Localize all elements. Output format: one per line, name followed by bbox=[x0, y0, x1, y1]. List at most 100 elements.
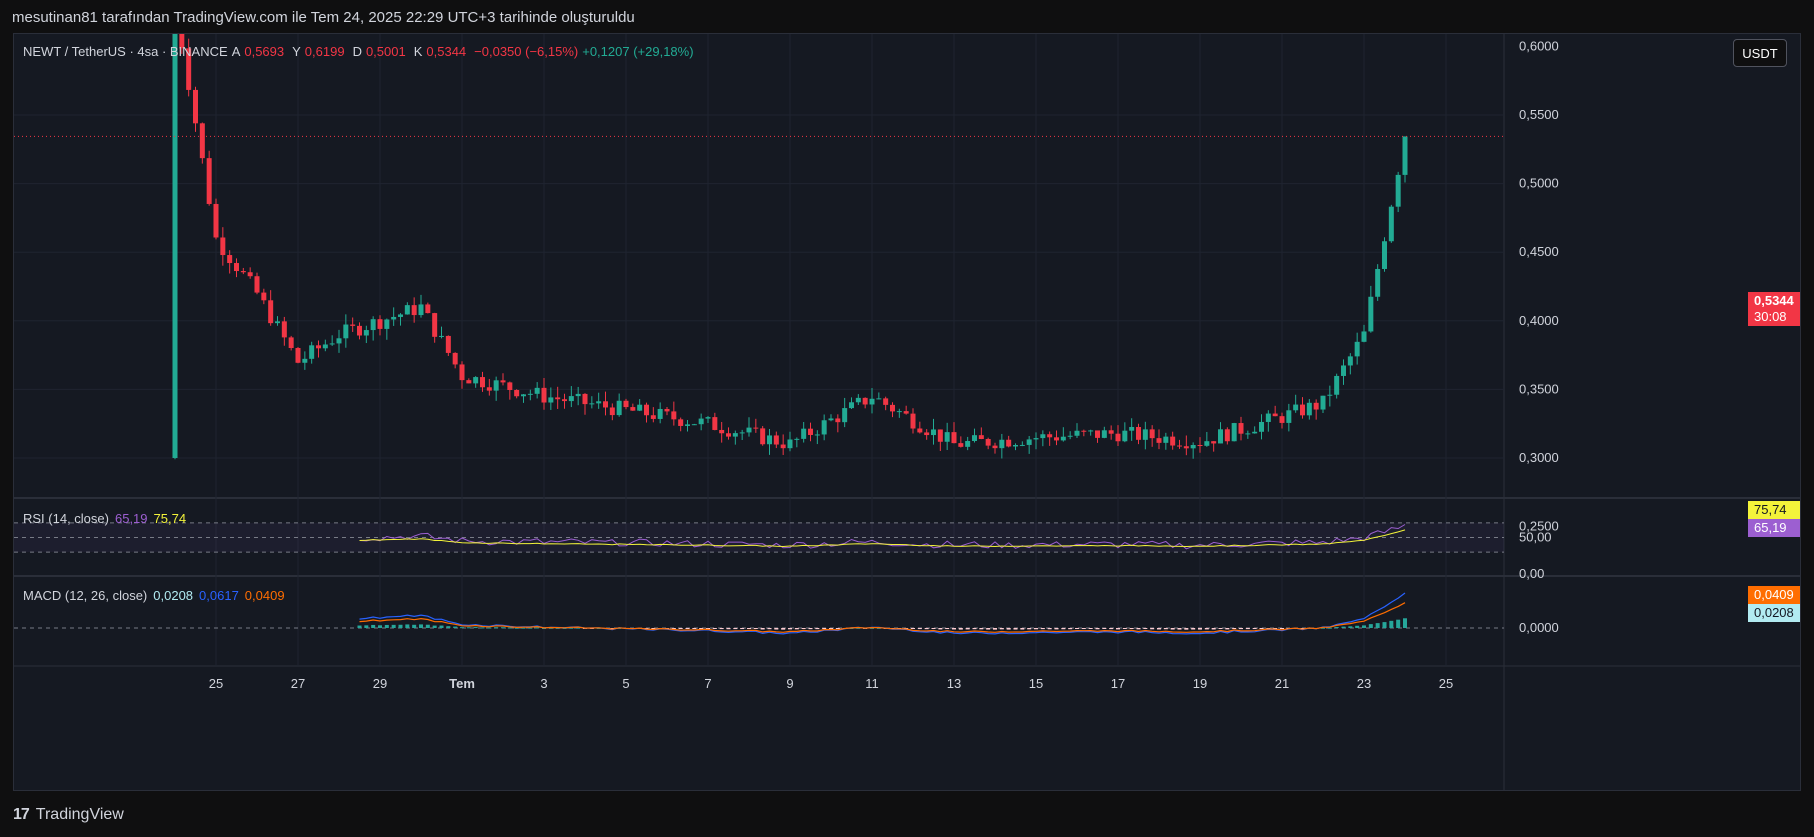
macd-hist-bar bbox=[1334, 627, 1339, 629]
candle-body bbox=[1183, 446, 1189, 449]
candle-body bbox=[1170, 436, 1176, 446]
candle-body bbox=[527, 393, 533, 395]
time-axis-label: 15 bbox=[1029, 676, 1043, 691]
macd-hist-bar bbox=[1129, 628, 1134, 629]
macd-hist-bar bbox=[1102, 628, 1107, 629]
candle-body bbox=[1313, 402, 1319, 410]
candle-body bbox=[575, 393, 581, 397]
candle-body bbox=[568, 396, 574, 402]
candle-body bbox=[732, 433, 738, 437]
candle-body bbox=[1382, 241, 1387, 269]
candle-body bbox=[1163, 436, 1169, 443]
macd-hist-bar bbox=[678, 628, 683, 629]
macd-hist-bar bbox=[1116, 628, 1120, 630]
candle-body bbox=[965, 440, 971, 447]
candle-body bbox=[671, 411, 677, 420]
candle-body bbox=[835, 418, 841, 423]
macd-hist-bar bbox=[1327, 627, 1332, 629]
candle-body bbox=[507, 382, 513, 390]
macd-hist-bar bbox=[1382, 622, 1387, 628]
macd-hist-bar bbox=[692, 628, 697, 629]
price-axis-label: 0,6000 bbox=[1519, 38, 1559, 53]
candle-body bbox=[937, 429, 943, 442]
macd-hist-bar bbox=[1403, 618, 1407, 628]
candle-body bbox=[1067, 435, 1073, 437]
macd-hist-bar bbox=[1047, 628, 1052, 630]
macd-hist-bar bbox=[535, 627, 540, 629]
macd-hist-bar bbox=[1211, 628, 1216, 630]
candle-body bbox=[896, 411, 902, 413]
tradingview-logo[interactable]: 17 TradingView bbox=[13, 806, 124, 824]
chart-frame[interactable]: 25 27 29 Tem 3 5 7 9 11 13 15 17 19 21 23 25 0,2500 0,300… bbox=[13, 33, 1801, 791]
macd-hist-bar bbox=[364, 625, 369, 628]
macd-hist-bar bbox=[753, 628, 758, 629]
macd-hist-bar bbox=[801, 628, 806, 629]
candle-body bbox=[1293, 404, 1299, 411]
chart-canvas[interactable]: 25 27 29 Tem 3 5 7 9 11 13 15 17 19 21 23 250,25000,300… bbox=[14, 34, 1801, 791]
macd-hist-bar bbox=[1245, 628, 1250, 630]
candle-body bbox=[1334, 375, 1340, 395]
candle-body bbox=[1019, 444, 1025, 446]
candle-body bbox=[459, 364, 465, 381]
macd-hist-bar bbox=[1204, 628, 1209, 630]
candle-body bbox=[562, 399, 567, 402]
candle-body bbox=[972, 435, 977, 441]
countdown-tag: 30:08 bbox=[1748, 308, 1800, 326]
candle-body bbox=[753, 427, 759, 429]
macd-value: 0,0617 bbox=[199, 588, 239, 603]
rsi-label[interactable]: RSI (14, close) bbox=[23, 511, 109, 526]
macd-label[interactable]: MACD (12, 26, close) bbox=[23, 588, 147, 603]
low-label: D bbox=[352, 44, 362, 59]
macd-hist-bar bbox=[1232, 628, 1237, 629]
candle-body bbox=[261, 292, 267, 301]
macd-hist-tag: 0,0208 bbox=[1748, 604, 1800, 622]
symbol-label[interactable]: NEWT / TetherUS · 4sa · BINANCE bbox=[23, 44, 228, 59]
time-axis-label: 5 bbox=[622, 676, 629, 691]
macd-hist-bar bbox=[419, 624, 423, 628]
candle-body bbox=[268, 300, 274, 324]
candle-body bbox=[712, 417, 718, 430]
candle-body bbox=[555, 397, 561, 400]
macd-legend: MACD (12, 26, close) 0,0208 0,0617 0,0409 bbox=[23, 588, 291, 603]
time-axis-label: 23 bbox=[1357, 676, 1371, 691]
macd-hist-bar bbox=[1068, 628, 1073, 630]
macd-hist-bar bbox=[501, 627, 505, 629]
macd-hist-bar bbox=[1163, 628, 1168, 630]
macd-hist-bar bbox=[917, 628, 922, 630]
candle-body bbox=[999, 439, 1005, 449]
candle-body bbox=[992, 445, 998, 449]
candle-body bbox=[466, 380, 472, 384]
candle-body bbox=[1129, 427, 1135, 431]
candle-body bbox=[1149, 429, 1155, 439]
macd-hist-bar bbox=[487, 627, 492, 629]
candle-body bbox=[719, 429, 725, 434]
candle-body bbox=[425, 304, 431, 314]
candle-body bbox=[227, 255, 233, 264]
candle-body bbox=[370, 319, 376, 331]
tradingview-brand: TradingView bbox=[35, 806, 124, 823]
candle-body bbox=[705, 417, 711, 419]
rsi-axis-label: 0,00 bbox=[1519, 566, 1544, 581]
candle-body bbox=[206, 158, 212, 204]
candle-body bbox=[637, 404, 643, 411]
macd-hist-bar bbox=[1081, 628, 1086, 630]
price-axis-label: 0,4500 bbox=[1519, 244, 1559, 259]
macd-hist-bar bbox=[1143, 628, 1148, 629]
candle-body bbox=[903, 411, 909, 414]
macd-hist-bar bbox=[999, 628, 1004, 630]
candle-body bbox=[1361, 331, 1367, 342]
candle-body bbox=[336, 338, 342, 344]
rsi-ma-value: 75,74 bbox=[153, 511, 187, 526]
candle-body bbox=[1026, 439, 1032, 445]
candle-body bbox=[657, 408, 663, 419]
currency-button[interactable]: USDT bbox=[1733, 39, 1787, 67]
price-axis-label: 0,5500 bbox=[1519, 107, 1559, 122]
macd-hist-bar bbox=[466, 627, 471, 629]
macd-hist-bar bbox=[1239, 628, 1243, 630]
macd-hist-bar bbox=[1088, 628, 1093, 629]
macd-hist-bar bbox=[1109, 628, 1114, 630]
candle-body bbox=[1095, 430, 1100, 438]
macd-hist-bar bbox=[1280, 628, 1284, 629]
candle-body bbox=[780, 444, 786, 449]
macd-hist-bar bbox=[432, 625, 437, 628]
